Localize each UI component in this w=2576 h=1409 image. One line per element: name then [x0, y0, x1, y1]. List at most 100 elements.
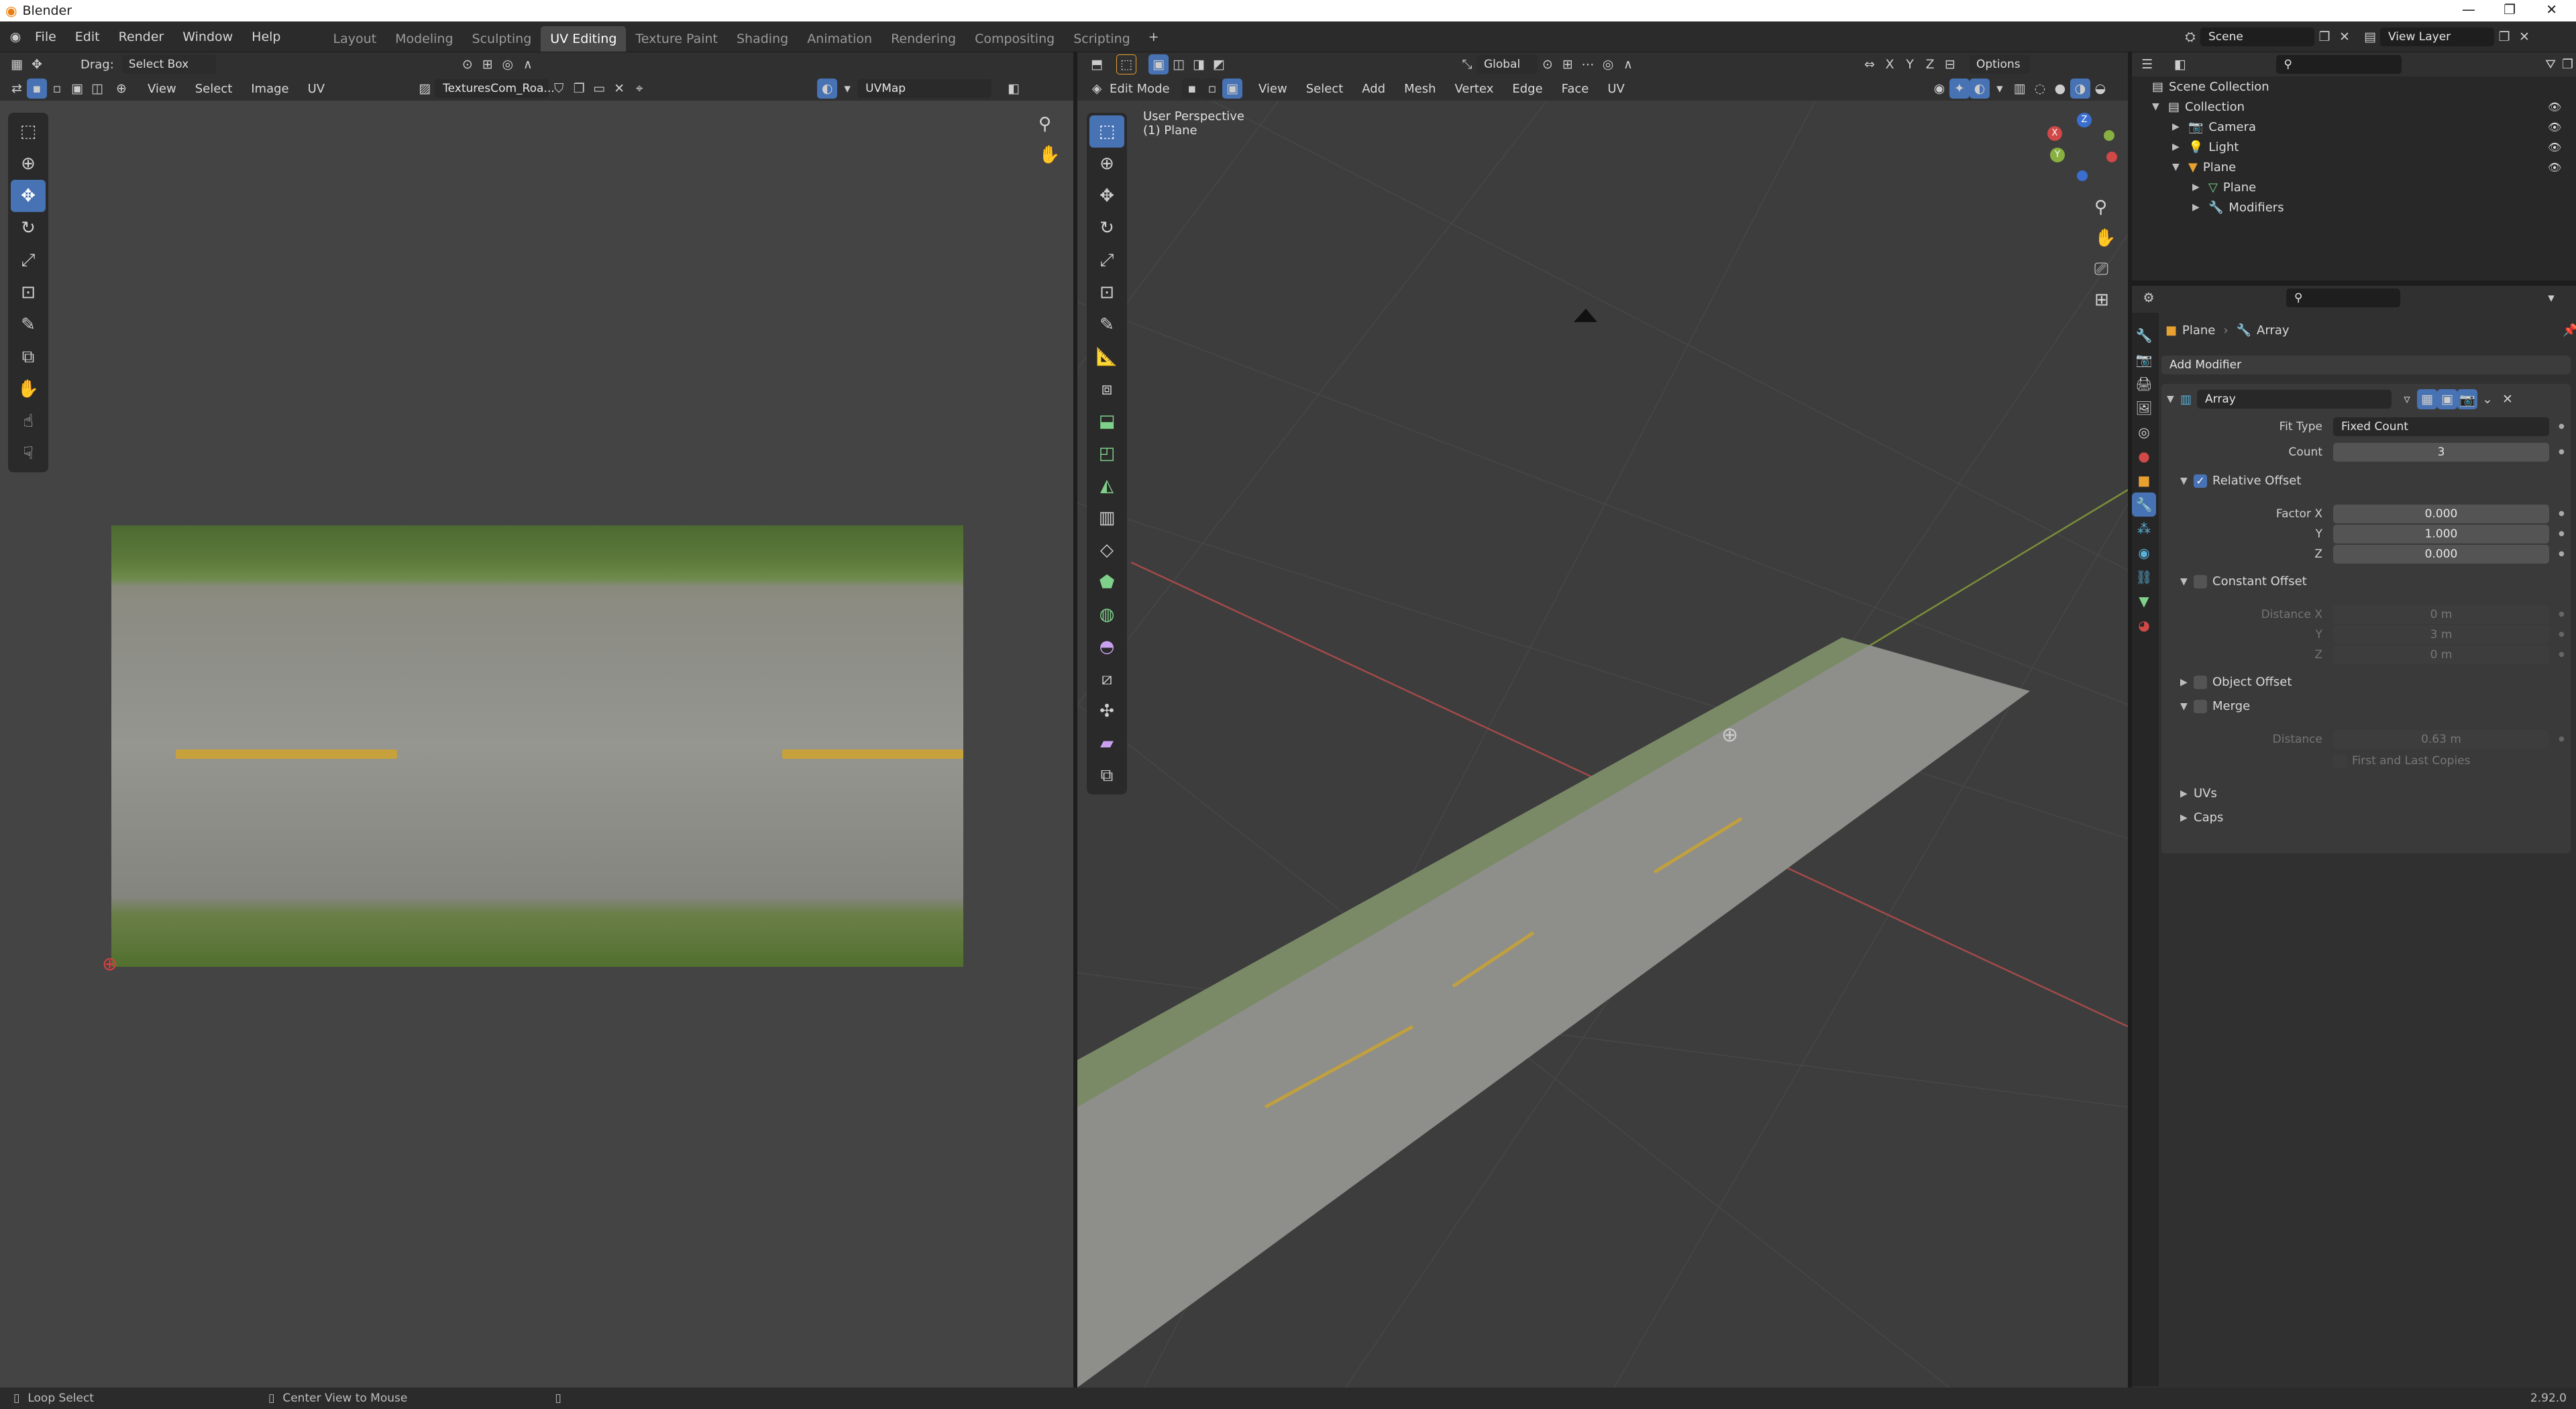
visibility-eye-icon[interactable]: 👁	[2548, 121, 2561, 134]
keyframe-icon[interactable]: ●	[2559, 735, 2565, 743]
poly-build-tool-icon[interactable]: ⬟	[1089, 566, 1124, 598]
expand-icon[interactable]: ▶	[2180, 813, 2194, 823]
proportional-icon[interactable]: ◎	[1598, 54, 1618, 74]
collapse-icon[interactable]: ▼	[2180, 701, 2194, 712]
pivot-icon[interactable]: ⊙	[1538, 54, 1558, 74]
wireframe-shading-icon[interactable]: ◌	[2030, 79, 2050, 99]
select-extend-icon[interactable]: ◫	[1169, 54, 1189, 74]
zoom-icon[interactable]: ⚲	[1038, 114, 1051, 134]
viewport-menu-select[interactable]: Select	[1297, 82, 1353, 96]
rip-tool-icon[interactable]: ⧉	[11, 341, 46, 373]
inset-tool-icon[interactable]: ◰	[1089, 437, 1124, 470]
select-subtract-icon[interactable]: ◨	[1189, 54, 1209, 74]
cursor-tool-icon[interactable]: ⊕	[1089, 148, 1124, 180]
uv-sync-icon[interactable]: ⇄	[7, 79, 27, 99]
realtime-icon[interactable]: ▣	[2437, 389, 2458, 409]
uv-menu-uv[interactable]: UV	[299, 82, 335, 96]
object-offset-checkbox[interactable]	[2194, 675, 2207, 689]
scale-tool-icon[interactable]: ⤢	[1089, 244, 1124, 276]
edge-slide-tool-icon[interactable]: ⧄	[1089, 663, 1124, 695]
new-view-layer-icon[interactable]: ❐	[2494, 27, 2514, 47]
extrude-tool-icon[interactable]: ⬓	[1089, 405, 1124, 437]
visibility-eye-icon[interactable]: 👁	[2548, 101, 2561, 113]
outliner-search-input[interactable]: ⚲	[2275, 55, 2402, 74]
select-new-icon[interactable]: ▣	[1148, 54, 1169, 74]
expand-icon[interactable]: ▶	[2192, 182, 2206, 193]
expand-icon[interactable]: ▶	[2180, 677, 2194, 688]
gizmo-x-icon[interactable]: X	[2047, 126, 2062, 141]
factor-y-field[interactable]: 1.000	[2333, 525, 2549, 543]
spin-tool-icon[interactable]: ◍	[1089, 598, 1124, 631]
viewport-menu-add[interactable]: Add	[1352, 82, 1395, 96]
uv-menu-image[interactable]: Image	[241, 82, 298, 96]
zoom-icon[interactable]: ⚲	[2094, 197, 2107, 217]
delete-scene-icon[interactable]: ✕	[2334, 27, 2355, 47]
factor-x-field[interactable]: 0.000	[2333, 505, 2549, 523]
transform-tool-icon[interactable]: ⊡	[11, 276, 46, 309]
particles-tab-icon[interactable]: ⁂	[2132, 517, 2156, 541]
annotate-tool-icon[interactable]: ✎	[1089, 309, 1124, 341]
view-layer-field[interactable]: View Layer	[2380, 28, 2494, 46]
smooth-tool-icon[interactable]: ◓	[1089, 631, 1124, 663]
snap-target-icon[interactable]: ⋯	[1578, 54, 1598, 74]
move-tool-icon[interactable]: ✥	[1089, 180, 1124, 212]
distance-y-field[interactable]: 3 m	[2333, 625, 2549, 644]
scene-icon[interactable]: ⛭	[2180, 27, 2200, 47]
solid-shading-icon[interactable]: ●	[2050, 79, 2070, 99]
mirror-z-button[interactable]: Z	[1920, 54, 1940, 74]
editor-type-icon[interactable]: ☰	[2139, 54, 2155, 74]
gizmo-z-icon[interactable]: Z	[2077, 113, 2092, 127]
fake-user-icon[interactable]: ⛉	[549, 79, 569, 99]
maximize-icon[interactable]: ❐	[2504, 1, 2516, 17]
new-scene-icon[interactable]: ❐	[2314, 27, 2334, 47]
keyframe-icon[interactable]: ●	[2559, 550, 2565, 558]
face-select-icon[interactable]: ▣	[67, 79, 87, 99]
constraints-tab-icon[interactable]: ⛓	[2132, 565, 2156, 589]
tab-rendering[interactable]: Rendering	[881, 26, 965, 52]
remove-modifier-icon[interactable]: ✕	[2498, 389, 2518, 409]
pin-image-icon[interactable]: ⌖	[629, 79, 649, 99]
mesh-overlay-icon[interactable]: ▾	[1990, 79, 2010, 99]
menu-file[interactable]: File	[25, 30, 66, 44]
menu-window[interactable]: Window	[173, 30, 242, 44]
mirror-x-button[interactable]: X	[1880, 54, 1900, 74]
options-dropdown[interactable]: Options	[1970, 55, 2030, 74]
merge-distance-field[interactable]: 0.63 m	[2333, 730, 2549, 749]
island-select-icon[interactable]: ◫	[87, 79, 107, 99]
gizmo-neg-y-icon[interactable]	[2104, 130, 2114, 141]
select-box-tool-icon[interactable]: ⬚	[11, 115, 46, 148]
cursor-tool-icon[interactable]: ⊕	[11, 148, 46, 180]
add-workspace-icon[interactable]: +	[1144, 27, 1164, 47]
select-box-tool-icon[interactable]: ⬚	[1089, 115, 1124, 148]
menu-render[interactable]: Render	[109, 30, 174, 44]
transform-tool-icon[interactable]: ⊡	[1089, 276, 1124, 309]
select-tool-icon[interactable]: ⬚	[1116, 54, 1136, 74]
outliner-item-plane[interactable]: ▶ ▽ Plane	[2192, 177, 2256, 197]
distance-z-field[interactable]: 0 m	[2333, 645, 2549, 664]
new-collection-icon[interactable]: ❐	[2559, 54, 2576, 74]
mode-dropdown[interactable]: Edit Mode	[1110, 82, 1177, 96]
gizmo-y-icon[interactable]: Y	[2050, 148, 2065, 162]
select-invert-icon[interactable]: ◩	[1209, 54, 1229, 74]
editor-type-icon[interactable]: ⚙	[2139, 288, 2159, 308]
relax-tool-icon[interactable]: ☝	[11, 405, 46, 437]
tab-uv-editing[interactable]: UV Editing	[541, 26, 627, 52]
tab-sculpting[interactable]: Sculpting	[463, 26, 541, 52]
grab-tool-icon[interactable]: ✋	[11, 373, 46, 405]
uv-menu-view[interactable]: View	[138, 82, 186, 96]
ortho-toggle-icon[interactable]: ⊞	[2094, 290, 2109, 310]
rotate-tool-icon[interactable]: ↻	[11, 212, 46, 244]
distance-x-field[interactable]: 0 m	[2333, 605, 2549, 624]
uvmap-icon[interactable]: ▾	[837, 79, 857, 99]
orientation-icon[interactable]: ⤡	[1457, 54, 1477, 74]
menu-edit[interactable]: Edit	[66, 30, 109, 44]
scene-tab-icon[interactable]: ◎	[2132, 420, 2156, 444]
editor-type-icon[interactable]: ▦	[7, 54, 27, 74]
tab-modeling[interactable]: Modeling	[386, 26, 462, 52]
annotate-tool-icon[interactable]: ✎	[11, 309, 46, 341]
open-image-icon[interactable]: ▭	[589, 79, 609, 99]
world-tab-icon[interactable]: ●	[2132, 444, 2156, 468]
proportional-icon[interactable]: ◎	[498, 54, 518, 74]
constant-offset-checkbox[interactable]	[2194, 574, 2207, 588]
view-layer-tab-icon[interactable]: 🖼	[2132, 396, 2156, 420]
